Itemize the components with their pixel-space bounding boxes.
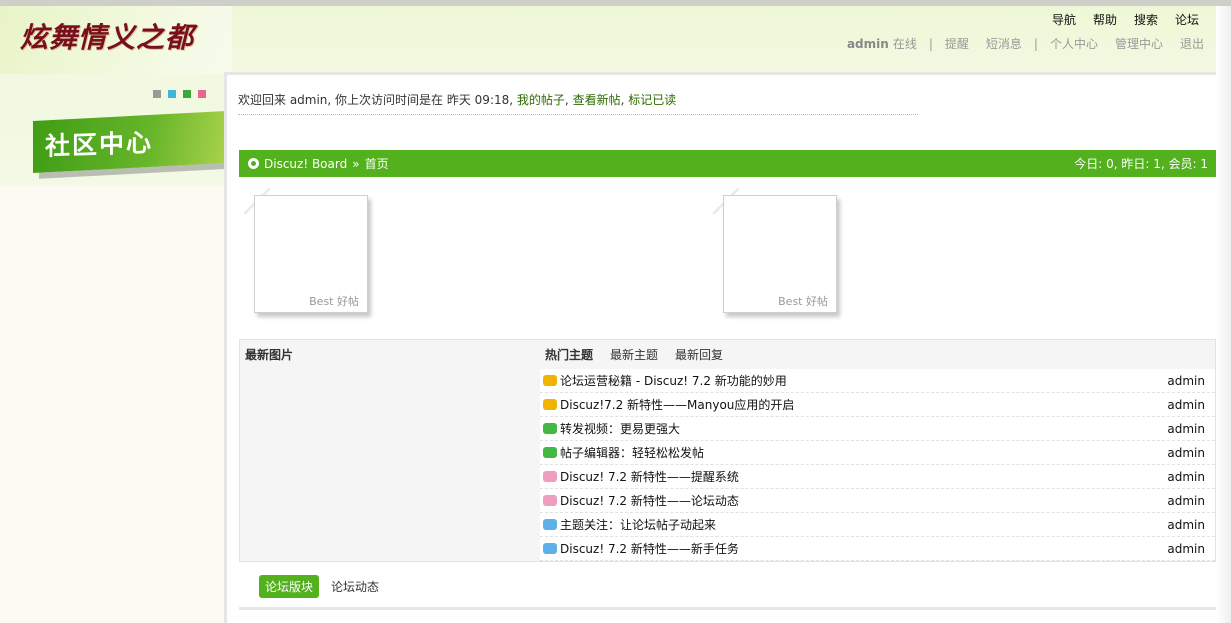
list-item: Discuz!7.2 新特性——Manyou应用的开启 admin [540, 393, 1215, 417]
nav-search-link[interactable]: 搜索 [1134, 11, 1158, 28]
topic-link[interactable]: 主题关注：让论坛帖子动起来 [560, 516, 716, 533]
nav-forum-link[interactable]: 论坛 [1175, 11, 1199, 28]
user-nav: admin 在线 | 提醒 短消息 | 个人中心 管理中心 退出 [847, 35, 1204, 52]
breadcrumb-arrow: » [352, 156, 360, 171]
topic-link[interactable]: Discuz! 7.2 新特性——论坛动态 [560, 492, 739, 509]
breadcrumb-home-link[interactable]: 首页 [365, 155, 389, 172]
divider [238, 114, 918, 115]
top-nav: 导航 帮助 搜索 论坛 [1052, 11, 1199, 28]
personal-center-link[interactable]: 个人中心 [1050, 35, 1098, 52]
tab-new-topics[interactable]: 最新主题 [610, 346, 658, 363]
author-link[interactable]: admin [1167, 446, 1205, 460]
messages-link[interactable]: 短消息 [986, 35, 1022, 52]
list-item: 帖子编辑器：轻轻松松发帖 admin [540, 441, 1215, 465]
site-logo[interactable]: 炫舞情义之都 [20, 16, 194, 56]
author-link[interactable]: admin [1167, 494, 1205, 508]
admin-center-link[interactable]: 管理中心 [1115, 35, 1163, 52]
author-link[interactable]: admin [1167, 518, 1205, 532]
reminder-link[interactable]: 提醒 [945, 35, 969, 52]
author-link[interactable]: admin [1167, 374, 1205, 388]
sidebar-title: 社区中心 [45, 128, 154, 161]
page-right-shadow [1216, 6, 1231, 623]
breadcrumb-board-link[interactable]: Discuz! Board [264, 157, 347, 171]
topic-link[interactable]: Discuz! 7.2 新特性——提醒系统 [560, 468, 739, 485]
green-dot [183, 90, 191, 98]
green-bubble-icon [543, 423, 557, 434]
topic-link[interactable]: 转发视频：更易更强大 [560, 420, 680, 437]
best-post-card[interactable]: Best 好帖 [254, 195, 368, 313]
card-label: Best 好帖 [778, 295, 828, 308]
forum-stats: 今日: 0, 昨日: 1, 会员: 1 [1074, 157, 1208, 171]
logout-link[interactable]: 退出 [1180, 35, 1204, 52]
tab-forum-activity[interactable]: 论坛动态 [331, 578, 379, 595]
card-label: Best 好帖 [309, 295, 359, 308]
best-post-card[interactable]: Best 好帖 [723, 195, 837, 313]
divider [239, 607, 1216, 610]
circle-icon [248, 158, 259, 169]
author-link[interactable]: admin [1167, 422, 1205, 436]
breadcrumb: Discuz! Board » 首页 今日: 0, 昨日: 1, 会员: 1 [239, 150, 1216, 177]
list-item: 主题关注：让论坛帖子动起来 admin [540, 513, 1215, 537]
gray-dot [153, 90, 161, 98]
tab-hot-topics[interactable]: 热门主题 [545, 346, 593, 363]
username-link[interactable]: admin [847, 37, 889, 51]
topic-link[interactable]: Discuz! 7.2 新特性——新手任务 [560, 540, 739, 557]
separator: | [1033, 36, 1038, 51]
color-dots [153, 90, 206, 98]
bottom-tabs: 论坛版块 论坛动态 [259, 575, 379, 598]
nav-help-link[interactable]: 帮助 [1093, 11, 1117, 28]
author-link[interactable]: admin [1167, 398, 1205, 412]
latest-images-title: 最新图片 [245, 348, 294, 362]
tab-new-replies[interactable]: 最新回复 [675, 346, 723, 363]
yellow-bubble-icon [543, 375, 557, 386]
topic-link[interactable]: 帖子编辑器：轻轻松松发帖 [560, 444, 704, 461]
separator: | [928, 36, 933, 51]
nav-guide-link[interactable]: 导航 [1052, 11, 1076, 28]
topic-tabs: 热门主题 最新主题 最新回复 [545, 346, 723, 363]
list-item: 转发视频：更易更强大 admin [540, 417, 1215, 441]
list-item: Discuz! 7.2 新特性——论坛动态 admin [540, 489, 1215, 513]
list-item: 论坛运营秘籍 - Discuz! 7.2 新功能的妙用 admin [540, 369, 1215, 393]
topic-list: 论坛运营秘籍 - Discuz! 7.2 新功能的妙用 admin Discuz… [540, 369, 1215, 561]
list-item: Discuz! 7.2 新特性——提醒系统 admin [540, 465, 1215, 489]
author-link[interactable]: admin [1167, 542, 1205, 556]
blue-bubble-icon [543, 519, 557, 530]
topic-link[interactable]: 论坛运营秘籍 - Discuz! 7.2 新功能的妙用 [560, 372, 787, 389]
list-item: Discuz! 7.2 新特性——新手任务 admin [540, 537, 1215, 561]
green-bubble-icon [543, 447, 557, 458]
online-status: 在线 [892, 37, 917, 51]
cyan-dot [168, 90, 176, 98]
welcome-message: 欢迎回来 admin, 你上次访问时间是在 昨天 09:18, 我的帖子, 查看… [238, 93, 677, 107]
mark-read-link[interactable]: 标记已读 [628, 93, 676, 107]
tab-forum-boards[interactable]: 论坛版块 [259, 575, 320, 598]
author-link[interactable]: admin [1167, 470, 1205, 484]
pink-dot [198, 90, 206, 98]
my-posts-link[interactable]: 我的帖子 [517, 93, 565, 107]
welcome-text: 欢迎回来 admin, 你上次访问时间是在 昨天 09:18, [238, 93, 514, 107]
blue-bubble-icon [543, 543, 557, 554]
yellow-bubble-icon [543, 399, 557, 410]
view-new-posts-link[interactable]: 查看新帖 [573, 93, 621, 107]
topic-link[interactable]: Discuz!7.2 新特性——Manyou应用的开启 [560, 396, 794, 413]
pink-bubble-icon [543, 495, 557, 506]
pink-bubble-icon [543, 471, 557, 482]
